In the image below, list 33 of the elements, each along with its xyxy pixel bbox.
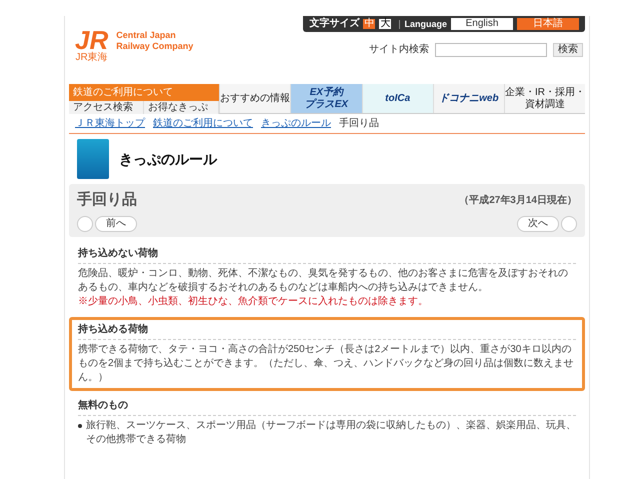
note-text: ※少量の小鳥、小虫類、初生ひな、魚介類でケースに入れたものは除きます。 [78,294,429,308]
search-label: サイト内検索 [369,42,429,57]
breadcrumb-current: 手回り品 [339,118,379,128]
nav-link[interactable]: 企業・IR・採用・ 資材調達 [504,84,585,113]
banner-link[interactable]: ドコナニweb [432,84,504,113]
language-button[interactable]: English [451,18,513,30]
body-text: 危険品、暖炉・コンロ、動物、死体、不潔なもの、臭気を発するもの、他のお客さまに危害を及ぼすおそれのあるもの、車内などを破損するおそれのあるものなどは車船内への持ち込みはできません。 [78,266,569,294]
section-heading: 持ち込めない荷物 [78,246,576,264]
company-name: Central Japan [116,30,177,41]
logo-mark: JR [75,28,108,52]
nav-subtab[interactable]: アクセス検索 [69,101,144,114]
logo-subtitle: JR東海 [76,52,108,63]
section-heading: 無料のもの [78,398,576,416]
date-label: （平成27年3月14日現在） [459,194,577,208]
language-label: Language [399,20,447,28]
nav-subtab[interactable]: お得なきっぷ [144,101,219,114]
company-name: Railway Company [116,41,194,52]
list-item: 旅行鞄、スーツケース、スポーツ用品（サーフボードは専用の袋に収納したもの）、楽器、娯楽用品、玩具、その他携帯できる荷物 [86,418,576,446]
section-title: 手回り品 [77,190,137,210]
font-size-button[interactable]: 大 [379,19,392,29]
banner-link[interactable]: EX予約 プラスEX [290,84,362,113]
prev-button[interactable]: 前へ [95,216,137,232]
breadcrumb-link[interactable]: きっぷのルール [261,118,331,128]
font-size-label: 文字サイズ [309,19,360,29]
banner-link[interactable]: toICa [362,84,433,113]
nav-link[interactable]: おすすめの情報 [219,84,290,113]
breadcrumb-link[interactable]: ＪＲ東海トップ [75,118,145,128]
search-button[interactable]: 検索 [553,42,583,56]
page-title: きっぷのルール [119,150,217,169]
breadcrumb-link[interactable]: 鉄道のご利用について [153,118,253,128]
next-button[interactable]: 次へ [517,216,559,232]
body-text: 携帯できる荷物で、タテ・ヨコ・高さの合計が250センチ（長さは2メートルまで）以内、重さが30キロ以内のものを2個まで持ち込むことができます。（ただし、傘、つえ、ハンドバックなど身の回り品は個数に数えません。） [78,342,575,384]
section-heading: 持ち込める荷物 [78,322,576,340]
